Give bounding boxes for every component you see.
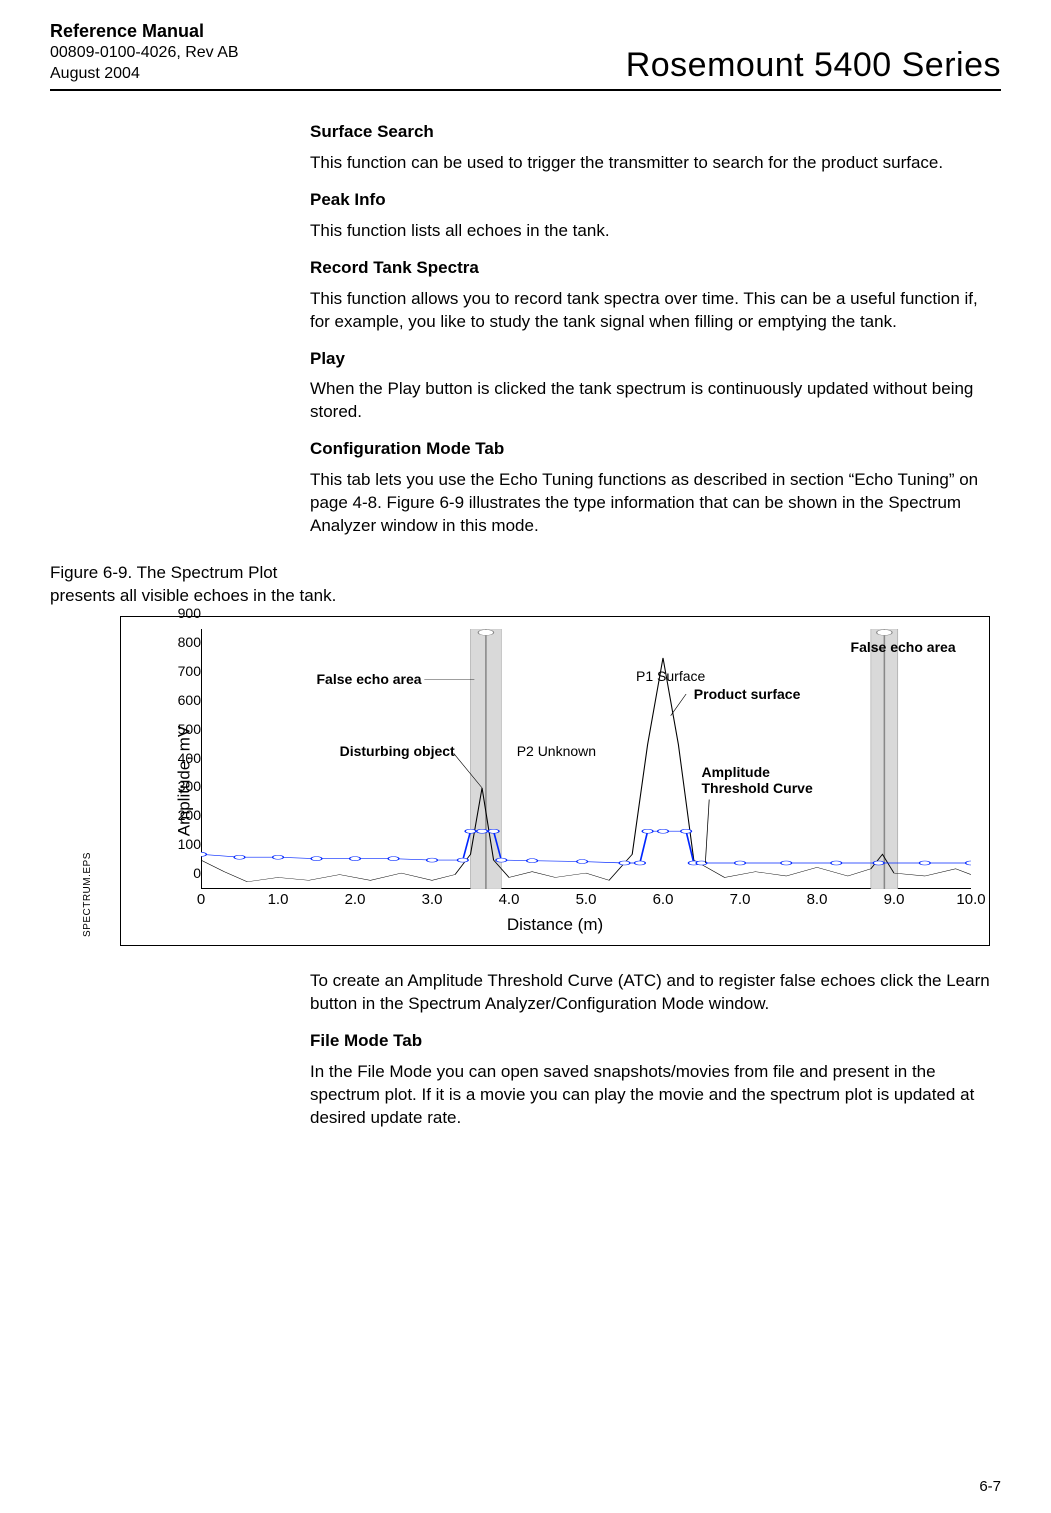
y-tick: 400 (161, 750, 201, 766)
y-tick: 100 (161, 836, 201, 852)
heading-peak-info: Peak Info (310, 189, 1000, 212)
anno-p1-surface: P1 Surface (636, 668, 705, 684)
plot-area: False echo area Disturbing object P2 Unk… (201, 629, 971, 889)
x-tick: 4.0 (499, 891, 520, 908)
eps-label: SPECTRUM.EPS (82, 852, 93, 937)
heading-file-mode-tab: File Mode Tab (310, 1030, 1000, 1053)
x-tick: 1.0 (268, 891, 289, 908)
para-record-tank-spectra: This function allows you to record tank … (310, 288, 1000, 334)
product-title: Rosemount 5400 Series (626, 46, 1001, 85)
y-tick: 700 (161, 663, 201, 679)
y-axis: 0 100 200 300 400 500 600 700 800 900 (171, 629, 201, 889)
heading-surface-search: Surface Search (310, 121, 1000, 144)
spectrum-chart: SPECTRUM.EPS Amplitude, mV 0 100 200 300… (120, 616, 990, 946)
para-play: When the Play button is clicked the tank… (310, 378, 1000, 424)
body-content: Surface Search This function can be used… (310, 121, 1000, 538)
x-tick: 2.0 (345, 891, 366, 908)
x-tick: 10.0 (956, 891, 985, 908)
para-peak-info: This function lists all echoes in the ta… (310, 220, 1000, 243)
anno-disturbing-object: Disturbing object (340, 743, 455, 759)
x-tick: 8.0 (807, 891, 828, 908)
y-tick: 800 (161, 634, 201, 650)
page-number: 6-7 (979, 1478, 1001, 1495)
para-config-mode-tab: This tab lets you use the Echo Tuning fu… (310, 469, 1000, 538)
y-tick: 600 (161, 692, 201, 708)
heading-record-tank-spectra: Record Tank Spectra (310, 257, 1000, 280)
anno-p2-unknown: P2 Unknown (517, 743, 596, 759)
y-tick: 500 (161, 721, 201, 737)
y-tick: 0 (161, 865, 201, 881)
x-tick: 5.0 (576, 891, 597, 908)
para-surface-search: This function can be used to trigger the… (310, 152, 1000, 175)
doc-number: 00809-0100-4026, Rev AB (50, 43, 239, 64)
anno-atc-line2: Threshold Curve (702, 780, 813, 796)
body-content-after-figure: To create an Amplitude Threshold Curve (… (310, 970, 1000, 1130)
x-axis-label: Distance (m) (121, 915, 989, 935)
y-tick: 300 (161, 778, 201, 794)
x-tick: 3.0 (422, 891, 443, 908)
para-atc: To create an Amplitude Threshold Curve (… (310, 970, 1000, 1016)
y-tick: 200 (161, 807, 201, 823)
x-tick: 9.0 (884, 891, 905, 908)
manual-title: Reference Manual (50, 20, 239, 43)
anno-atc-line1: Amplitude (702, 764, 770, 780)
x-tick: 0 (197, 891, 205, 908)
heading-config-mode-tab: Configuration Mode Tab (310, 438, 1000, 461)
y-tick: 900 (161, 605, 201, 621)
header-left-block: Reference Manual 00809-0100-4026, Rev AB… (50, 20, 239, 85)
anno-false-echo-right: False echo area (851, 639, 956, 655)
anno-false-echo-left: False echo area (317, 671, 422, 687)
x-axis: 0 1.0 2.0 3.0 4.0 5.0 6.0 7.0 8.0 9.0 10… (201, 891, 971, 909)
heading-play: Play (310, 348, 1000, 371)
figure-caption: Figure 6-9. The Spectrum Plot presents a… (50, 562, 340, 608)
doc-date: August 2004 (50, 64, 239, 85)
anno-product-surface: Product surface (694, 686, 801, 702)
x-tick: 6.0 (653, 891, 674, 908)
page-header: Reference Manual 00809-0100-4026, Rev AB… (50, 20, 1001, 91)
para-file-mode-tab: In the File Mode you can open saved snap… (310, 1061, 1000, 1130)
x-tick: 7.0 (730, 891, 751, 908)
